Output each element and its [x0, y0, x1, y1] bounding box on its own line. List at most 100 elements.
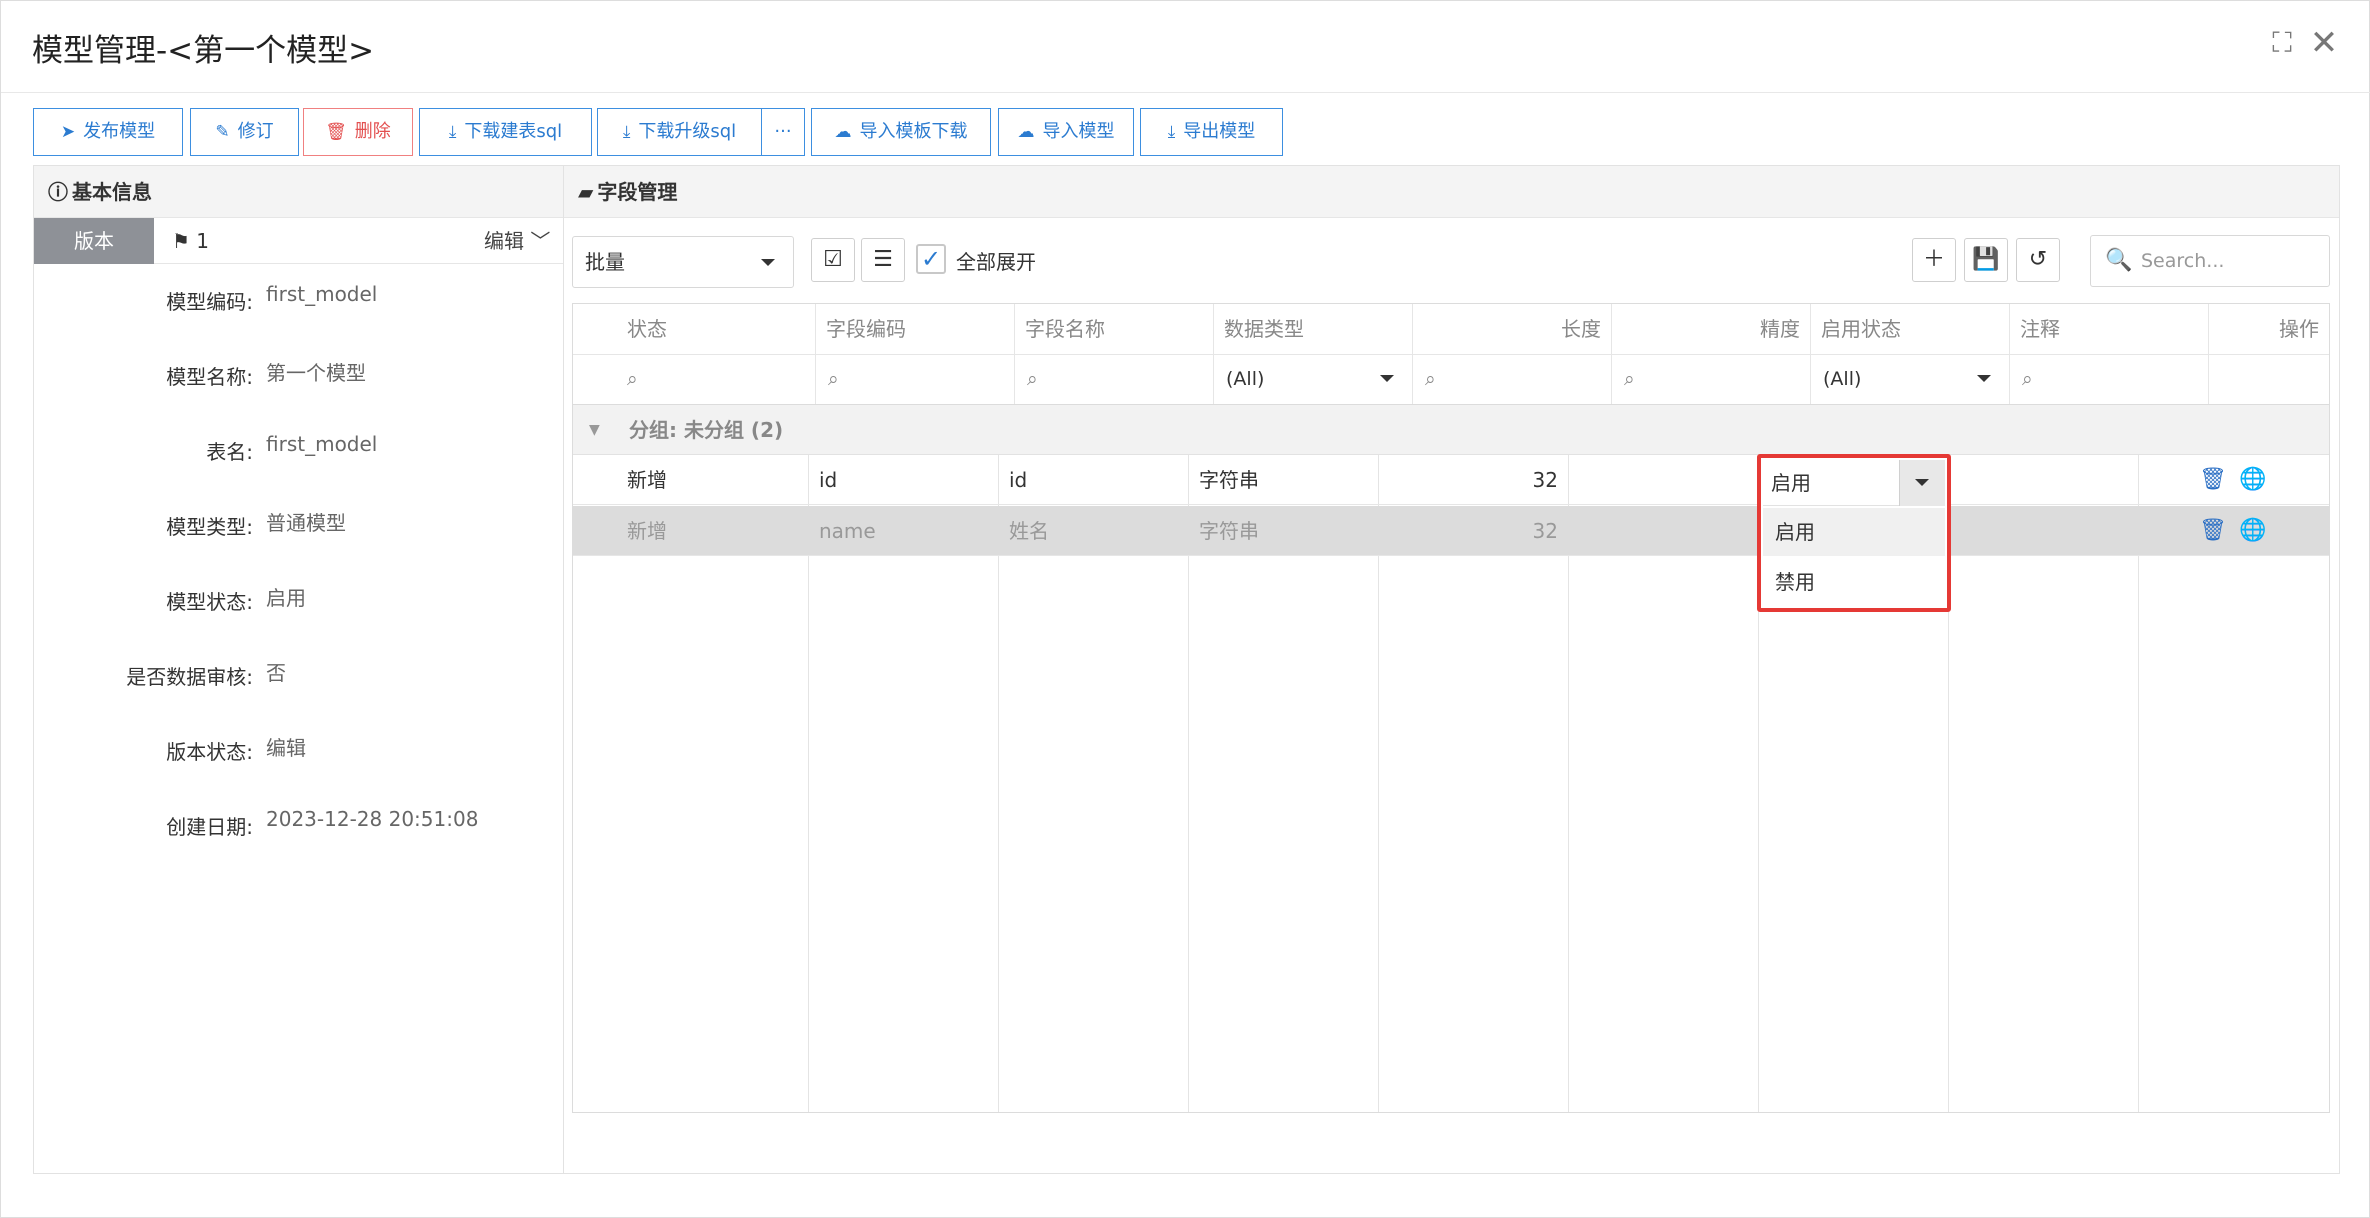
filter-enable-status[interactable]: (All)	[1811, 354, 2010, 404]
version-tab[interactable]: 版本	[34, 218, 154, 264]
cell-field-code[interactable]: name	[819, 506, 876, 556]
col-header-enable-status[interactable]: 启用状态	[1811, 304, 2010, 354]
group-row[interactable]: ▼ 分组: 未分组 (2)	[573, 405, 2329, 455]
field-management-panel: ▰ 字段管理 批量 ☑ ☰ ✓ 全部展开 ＋ 💾 ↺ 🔍 Search... 状态 …	[564, 165, 2340, 1174]
publish-model-button[interactable]: ➤ 发布模型	[33, 108, 183, 156]
edit-icon: ✎	[215, 122, 230, 142]
add-row-button[interactable]: ＋	[1912, 238, 1956, 282]
caret-down-icon	[1915, 479, 1929, 486]
send-icon: ➤	[60, 122, 76, 142]
more-icon: ···	[774, 121, 792, 142]
enable-status-select[interactable]: 启用	[1763, 460, 1945, 506]
basic-info-panel: ⓘ 基本信息 版本 ⚑ 1 编辑 ﹀ 模型编码: first_model 模型名称:…	[33, 165, 564, 1174]
info-row-model-code: 模型编码: first_model	[166, 282, 378, 314]
cell-field-name[interactable]: 姓名	[1009, 506, 1049, 556]
cell-data-type[interactable]: 字符串	[1199, 455, 1259, 505]
filter-field-name[interactable]: ⌕	[1015, 354, 1214, 404]
camera-icon: ▰	[578, 180, 594, 204]
cell-status: 新增	[627, 468, 667, 492]
search-icon: ⌕	[627, 368, 638, 390]
cell-status: 新增	[627, 519, 667, 543]
version-number: ⚑ 1	[172, 229, 210, 253]
import-template-download-button[interactable]: ☁ 导入模板下载	[811, 108, 991, 156]
col-header-data-type[interactable]: 数据类型	[1214, 304, 1413, 354]
save-button[interactable]: 💾	[1964, 238, 2008, 282]
download-icon: ⤓	[1167, 122, 1176, 142]
cloud-upload-icon: ☁	[834, 122, 852, 142]
cell-field-name[interactable]: id	[1009, 455, 1027, 505]
version-edit-dropdown[interactable]: 编辑 ﹀	[484, 218, 550, 264]
enable-status-dropdown: 启用 启用 禁用	[1757, 454, 1951, 612]
col-header-precision[interactable]: 精度	[1612, 304, 1811, 354]
download-upgrade-sql-button[interactable]: ⤓ 下载升级sql	[597, 108, 762, 156]
cloud-upload-icon: ☁	[1017, 122, 1035, 142]
delete-row-icon[interactable]: 🗑	[2199, 455, 2227, 505]
filter-data-type[interactable]: (All)	[1214, 354, 1413, 404]
filter-length[interactable]: ⌕	[1413, 354, 1612, 404]
cell-data-type[interactable]: 字符串	[1199, 506, 1259, 556]
col-header-comment[interactable]: 注释	[2010, 304, 2209, 354]
filter-actions	[2209, 354, 2329, 404]
close-icon[interactable]: ✕	[2308, 26, 2340, 60]
field-grid: 状态 字段编码 字段名称 数据类型 长度 精度 启用状态 注释 操作 ⌕ ⌕ ⌕…	[572, 303, 2330, 1113]
caret-down-icon	[761, 259, 775, 266]
filter-field-code[interactable]: ⌕	[816, 354, 1015, 404]
cell-length[interactable]: 32	[1463, 455, 1558, 505]
column-menu-button[interactable]: ☰	[861, 238, 905, 282]
globe-icon[interactable]: 🌐	[2239, 455, 2266, 505]
info-row-data-audit: 是否数据审核: 否	[126, 661, 286, 689]
expand-all-label: 全部展开	[956, 250, 1036, 274]
filter-precision[interactable]: ⌕	[1612, 354, 1811, 404]
info-row-model-status: 模型状态: 启用	[166, 586, 306, 614]
caret-down-icon	[1380, 375, 1394, 382]
col-header-status[interactable]: 状态	[573, 304, 816, 354]
undo-icon: ↺	[2028, 247, 2048, 272]
col-header-field-name[interactable]: 字段名称	[1015, 304, 1214, 354]
check-icon: ✓	[920, 245, 942, 273]
dropdown-option-disable[interactable]: 禁用	[1763, 558, 1945, 606]
table-row[interactable]: 新增 name 姓名 字符串 32 🗑 🌐	[573, 506, 2329, 556]
col-header-field-code[interactable]: 字段编码	[816, 304, 1015, 354]
table-row[interactable]: 新增 id id 字符串 32 🗑 🌐	[573, 455, 2329, 505]
col-header-actions: 操作	[2279, 317, 2319, 341]
import-model-button[interactable]: ☁ 导入模型	[998, 108, 1134, 156]
cell-length[interactable]: 32	[1463, 506, 1558, 556]
search-icon: ⌕	[1027, 368, 1038, 390]
download-icon: ⤓	[622, 122, 631, 142]
col-header-length[interactable]: 长度	[1413, 304, 1612, 354]
save-icon: 💾	[1972, 247, 2000, 272]
revise-button[interactable]: ✎ 修订	[190, 108, 299, 156]
search-icon: ⌕	[1624, 368, 1635, 390]
download-create-sql-button[interactable]: ⤓ 下载建表sql	[419, 108, 592, 156]
globe-icon[interactable]: 🌐	[2239, 506, 2266, 556]
dropdown-option-enable[interactable]: 启用	[1763, 508, 1945, 556]
delete-button[interactable]: 🗑 删除	[303, 108, 413, 156]
dropdown-toggle[interactable]	[1899, 460, 1945, 506]
search-icon: 🔍	[2105, 248, 2133, 273]
select-check-button[interactable]: ☑	[811, 238, 855, 282]
filter-comment[interactable]: ⌕	[2010, 354, 2209, 404]
filter-status[interactable]: ⌕	[573, 354, 816, 404]
more-button[interactable]: ···	[761, 108, 805, 156]
expand-all-checkbox[interactable]: ✓	[916, 244, 946, 274]
flag-icon: ⚑	[172, 229, 197, 253]
cell-field-code[interactable]: id	[819, 455, 837, 505]
delete-row-icon[interactable]: 🗑	[2199, 506, 2227, 556]
info-row-model-name: 模型名称: 第一个模型	[166, 361, 366, 389]
batch-select[interactable]: 批量	[572, 236, 794, 288]
info-row-model-type: 模型类型: 普通模型	[166, 511, 346, 539]
dialog-header: 模型管理-<第一个模型> ⛶ ✕	[1, 1, 2370, 93]
export-model-button[interactable]: ⤓ 导出模型	[1140, 108, 1283, 156]
chevron-down-icon: ﹀	[524, 229, 551, 253]
plus-icon: ＋	[1922, 247, 1945, 272]
info-row-created-date: 创建日期: 2023-12-28 20:51:08	[166, 807, 479, 839]
search-input[interactable]: 🔍 Search...	[2090, 235, 2330, 287]
maximize-icon[interactable]: ⛶	[2266, 27, 2298, 59]
info-icon: ⓘ	[48, 180, 68, 204]
dialog-title: 模型管理-<第一个模型>	[32, 33, 375, 69]
download-icon: ⤓	[448, 122, 457, 142]
check-list-icon: ☑	[823, 247, 843, 272]
version-bar: 版本 ⚑ 1 编辑 ﹀	[34, 218, 563, 264]
search-icon: ⌕	[1425, 368, 1436, 390]
undo-button[interactable]: ↺	[2016, 238, 2060, 282]
